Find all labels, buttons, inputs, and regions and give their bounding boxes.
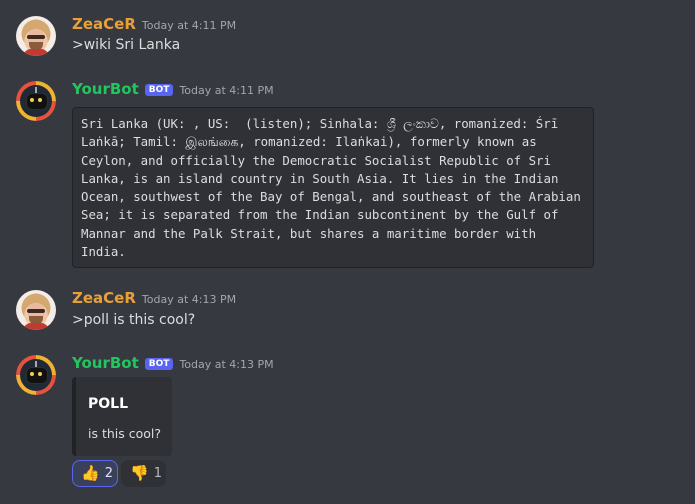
- poll-embed: POLL is this cool?: [72, 377, 172, 456]
- timestamp: Today at 4:13 PM: [179, 358, 274, 371]
- message-text: >poll is this cool?: [72, 312, 196, 328]
- code-block: Sri Lanka (UK: , US: (listen); Sinhala: …: [72, 107, 594, 269]
- bot-badge: BOT: [144, 358, 174, 370]
- embed-title: POLL: [88, 396, 129, 412]
- username[interactable]: ZeaCeR: [72, 289, 136, 307]
- thumbs-up-icon: 👍: [81, 464, 100, 482]
- user-avatar[interactable]: [16, 16, 56, 56]
- timestamp: Today at 4:11 PM: [179, 84, 274, 97]
- reaction-thumbs-up[interactable]: 👍 2: [72, 460, 118, 487]
- embed-description: is this cool?: [88, 426, 162, 441]
- user-avatar[interactable]: [16, 290, 56, 330]
- bot-avatar[interactable]: [16, 355, 56, 395]
- reaction-count: 2: [104, 466, 113, 481]
- message-text: >wiki Sri Lanka: [72, 37, 181, 53]
- thumbs-down-icon: 👎: [130, 464, 149, 482]
- username[interactable]: YourBot: [72, 354, 139, 372]
- reaction-thumbs-down[interactable]: 👎 1: [121, 460, 166, 487]
- username[interactable]: ZeaCeR: [72, 15, 136, 33]
- bot-badge: BOT: [144, 84, 174, 96]
- timestamp: Today at 4:13 PM: [141, 293, 237, 306]
- bot-avatar[interactable]: [16, 81, 56, 121]
- reaction-count: 1: [153, 466, 162, 481]
- username[interactable]: YourBot: [72, 80, 139, 98]
- timestamp: Today at 4:11 PM: [141, 19, 237, 32]
